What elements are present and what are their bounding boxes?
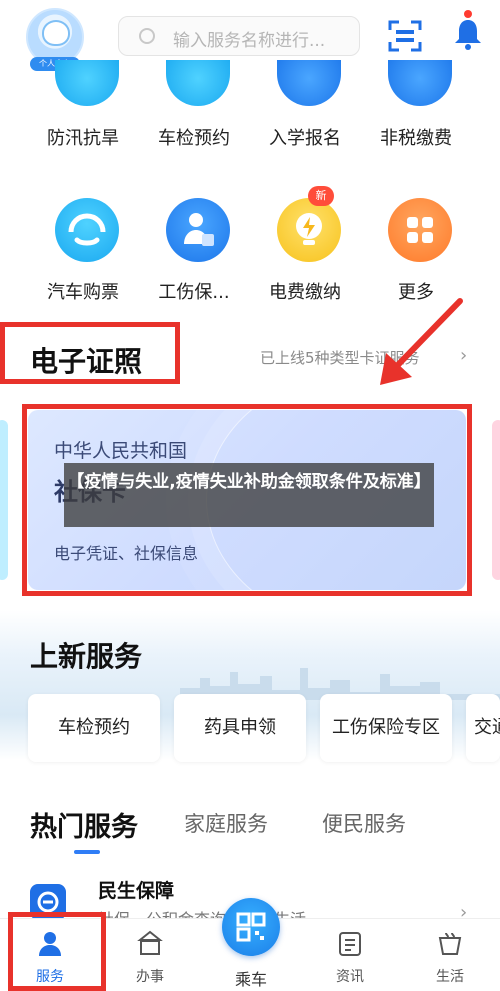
skyline-illustration [180, 668, 500, 700]
card-description: 电子凭证、社保信息 [54, 544, 199, 563]
search-placeholder: 输入服务名称进行... [173, 31, 326, 51]
e-license-title: 电子证照 [30, 345, 143, 378]
service-nontax-payment[interactable]: 非税缴费 [361, 60, 471, 150]
red-arrow-icon [380, 298, 463, 385]
next-card-peek[interactable] [492, 420, 500, 580]
service-school-enrollment[interactable]: 入学报名 [250, 60, 360, 150]
search-input[interactable]: 输入服务名称进行... [118, 16, 360, 56]
new-service-item[interactable]: 交通 [466, 694, 500, 762]
service-label: 工伤保... [158, 282, 230, 303]
news-icon [339, 932, 361, 956]
electricity-icon [277, 198, 341, 262]
car-inspection-icon [166, 60, 230, 106]
search-icon [139, 28, 155, 44]
caption-overlay: 【疫情与失业,疫情失业补助金领取条件及标准】 [64, 463, 434, 527]
service-electricity-payment[interactable]: 电费缴纳 [250, 198, 360, 304]
bus-ticket-icon [55, 198, 119, 262]
card-country: 中华人民共和国 [54, 440, 188, 462]
new-service-item[interactable]: 工伤保险专区 [320, 694, 452, 762]
livelihood-title[interactable]: 民生保障 [98, 876, 174, 903]
service-label: 非税缴费 [380, 128, 452, 149]
service-label: 车检预约 [158, 128, 230, 149]
service-car-inspection[interactable]: 车检预约 [139, 60, 249, 150]
tab-convenience-services[interactable]: 便民服务 [322, 808, 406, 838]
service-label: 汽车购票 [47, 282, 119, 303]
prev-card-peek[interactable] [0, 420, 8, 580]
service-injury-insurance[interactable]: 工伤保... [139, 198, 249, 304]
service-label: 入学报名 [269, 128, 341, 149]
scan-icon[interactable] [388, 20, 422, 52]
injury-insurance-icon [166, 198, 230, 262]
qr-code-icon [236, 912, 266, 942]
nav-label: 生活 [436, 969, 464, 985]
building-icon [137, 930, 163, 955]
service-flood-control[interactable]: 防汛抗旱 [28, 60, 138, 150]
avatar-face-icon [42, 20, 70, 46]
nav-label: 办事 [136, 969, 164, 985]
qr-code-button[interactable] [222, 898, 280, 956]
service-bus-ticket[interactable]: 汽车购票 [28, 198, 138, 304]
flood-icon [55, 60, 119, 106]
new-service-item[interactable]: 车检预约 [28, 694, 160, 762]
service-label: 防汛抗旱 [47, 128, 119, 149]
cup-icon [438, 932, 462, 955]
school-icon [277, 60, 341, 106]
service-more[interactable]: 更多 [361, 198, 471, 304]
nav-label-ride[interactable]: 乘车 [220, 966, 282, 990]
tab-family-services[interactable]: 家庭服务 [184, 808, 268, 838]
notification-bell-icon[interactable] [452, 10, 484, 52]
highlight-box-nav [8, 912, 106, 991]
active-tab-indicator [74, 850, 100, 854]
new-services-title: 上新服务 [30, 640, 143, 673]
new-badge: 新 [308, 186, 334, 206]
new-service-item[interactable]: 药具申领 [174, 694, 306, 762]
service-label: 电费缴纳 [269, 282, 341, 303]
payment-icon [388, 60, 452, 106]
tab-hot-services[interactable]: 热门服务 [30, 805, 138, 844]
nav-label: 资讯 [336, 969, 364, 985]
more-grid-icon [388, 198, 452, 262]
